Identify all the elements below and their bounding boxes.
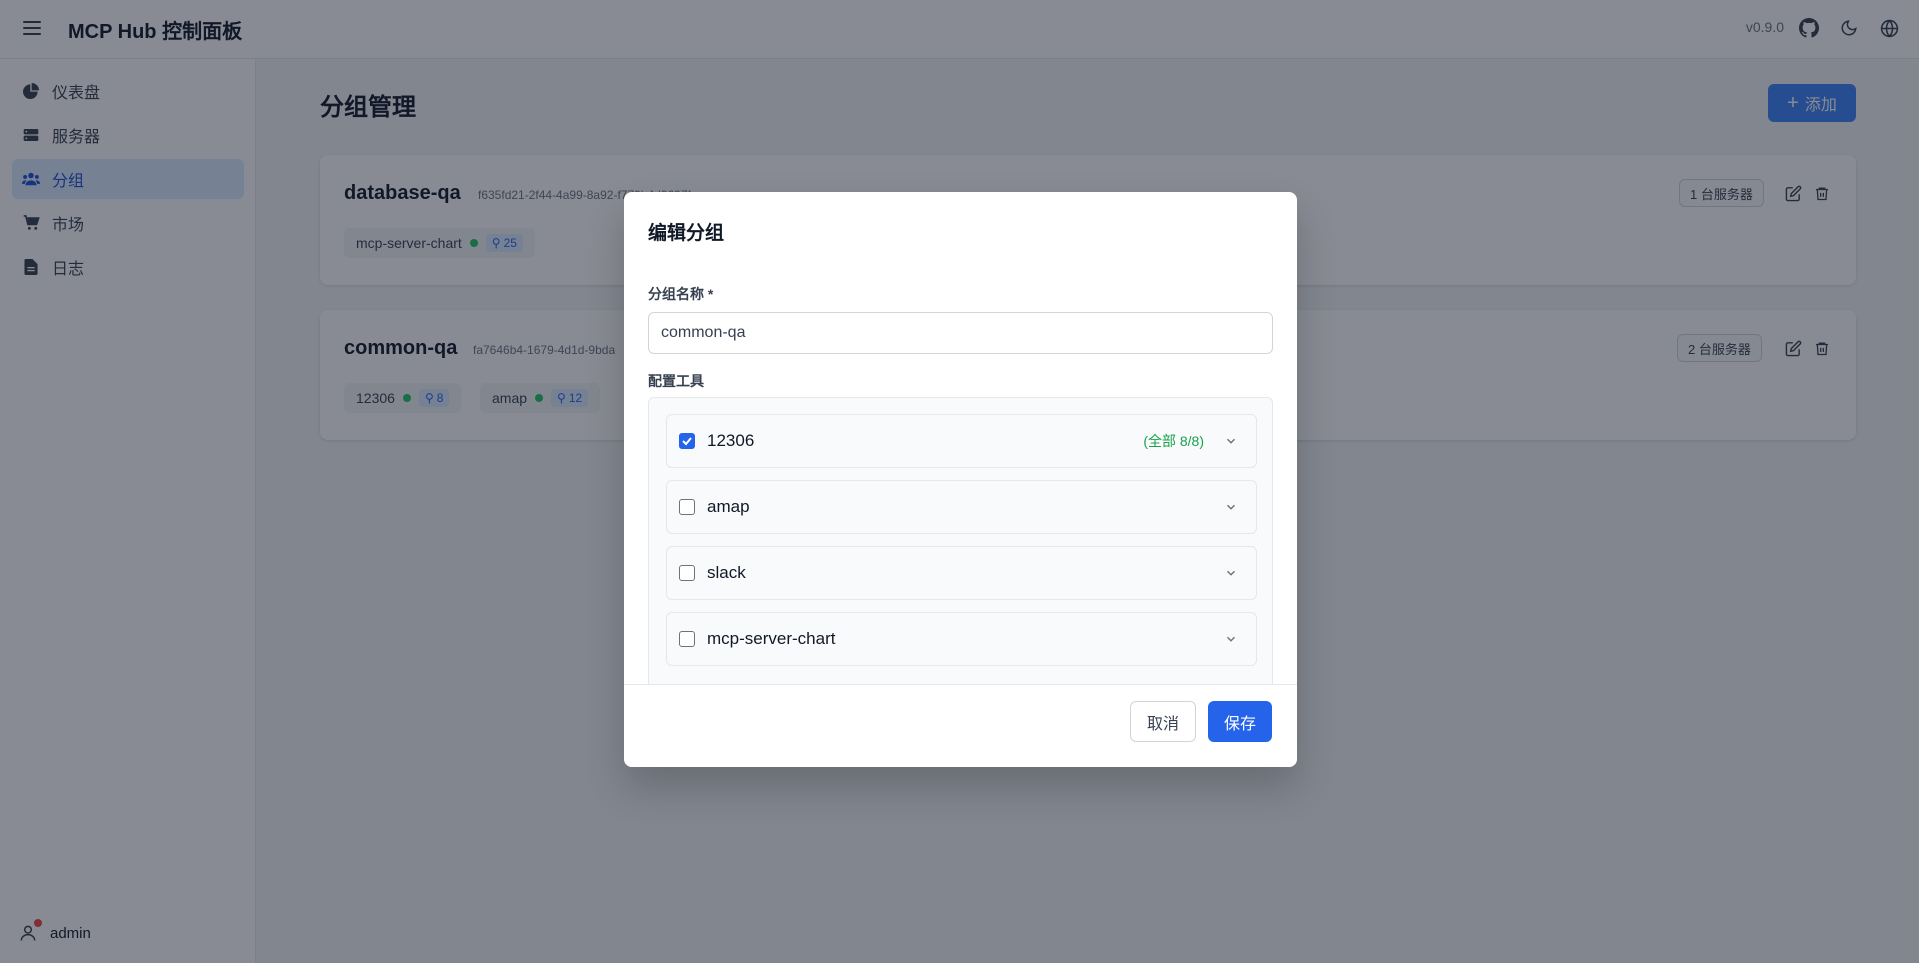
chevron-down-icon[interactable] xyxy=(1222,432,1240,450)
chevron-down-icon[interactable] xyxy=(1222,630,1240,648)
tool-checkbox[interactable] xyxy=(679,565,695,581)
tool-checkbox[interactable] xyxy=(679,499,695,515)
cancel-button[interactable]: 取消 xyxy=(1130,701,1196,742)
tool-row-12306[interactable]: 12306 (全部 8/8) xyxy=(666,414,1257,468)
chevron-down-icon[interactable] xyxy=(1222,498,1240,516)
tool-checkbox[interactable] xyxy=(679,433,695,449)
dialog-title: 编辑分组 xyxy=(648,223,725,244)
tool-server-name: slack xyxy=(707,563,746,582)
save-button[interactable]: 保存 xyxy=(1208,701,1272,742)
chevron-down-icon[interactable] xyxy=(1222,564,1240,582)
tool-row-mcp-server-chart[interactable]: mcp-server-chart xyxy=(666,612,1257,666)
tool-selection-status: (全部 8/8) xyxy=(1143,433,1204,449)
tool-server-name: mcp-server-chart xyxy=(707,629,836,648)
tools-list[interactable]: 12306 (全部 8/8) amap slack mcp-server-cha… xyxy=(648,397,1273,697)
tool-row-amap[interactable]: amap xyxy=(666,480,1257,534)
dialog-footer: 取消 保存 xyxy=(624,684,1297,767)
tool-server-name: 12306 xyxy=(707,431,755,450)
tool-server-name: amap xyxy=(707,497,750,516)
tools-label: 配置工具 xyxy=(648,373,704,389)
group-name-label: 分组名称 * xyxy=(648,286,714,302)
edit-group-dialog: 编辑分组 分组名称 * 配置工具 12306 (全部 8/8) amap sla… xyxy=(624,192,1297,767)
tool-checkbox[interactable] xyxy=(679,631,695,647)
tool-row-slack[interactable]: slack xyxy=(666,546,1257,600)
group-name-input[interactable] xyxy=(648,312,1273,354)
